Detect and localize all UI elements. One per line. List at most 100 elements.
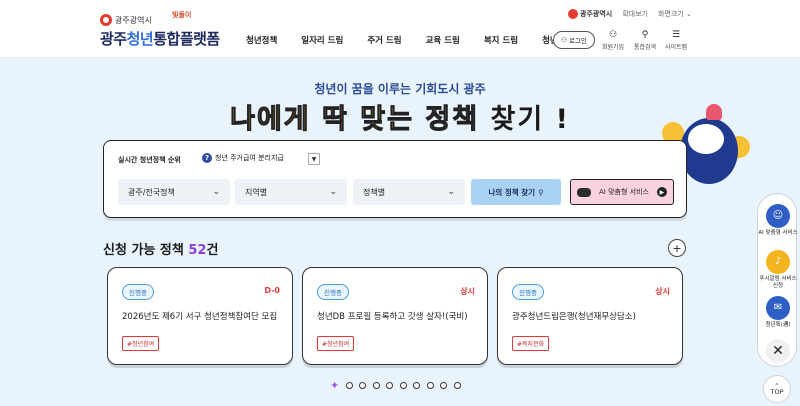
mascot-face [688, 124, 724, 154]
region-select-value: 지역별 [245, 187, 268, 197]
chevron-down-icon: ⌄ [685, 10, 692, 18]
mascot-logo: 빛돌이 [172, 11, 192, 19]
city-emblem-icon [100, 14, 112, 26]
signup-label: 회원가입 [602, 44, 625, 51]
quick-push-alert[interactable]: ♪ 푸시알림 서비스 신청 [758, 250, 798, 289]
quick-menu-close-button[interactable]: ✕ [766, 339, 790, 363]
site-header: 광주광역시 광주청년통합플랫폼 빛돌이 청년정책 일자리 드림 주거 드림 교육… [0, 0, 800, 58]
user-plus-icon: ⚇ [609, 30, 618, 40]
city-link-label: 광주광역시 [580, 10, 613, 18]
user-icon: ⚇ [561, 36, 567, 44]
carousel-dot[interactable] [359, 382, 366, 389]
available-title-text: 신청 가능 정책 [103, 243, 184, 258]
login-label: 로그인 [568, 37, 587, 45]
quick-push-label: 푸시알림 서비스 신청 [759, 276, 797, 289]
policy-card[interactable]: 진행중 상시 청년DB 프로필 등록하고 갓생 살자!(국비) #청년참여 [302, 267, 488, 365]
status-badge: 진행중 [317, 284, 349, 300]
chevron-down-icon: ⌄ [212, 187, 220, 197]
quick-ai-label: AI 맞춤형 서비스 [758, 230, 798, 236]
city-name: 광주광역시 [115, 15, 152, 25]
category-tag: #청년참여 [122, 336, 160, 351]
carousel-dot[interactable] [372, 382, 380, 389]
sitemap-label: 사이트맵 [665, 44, 688, 51]
carousel-dot[interactable] [386, 382, 393, 389]
carousel-dot[interactable] [426, 382, 434, 389]
sitemap-button[interactable]: ☰ 사이트맵 [665, 30, 687, 51]
find-policy-button[interactable]: 나의 정책 찾기 ⚲ [471, 179, 561, 205]
available-unit: 건 [206, 243, 219, 258]
signup-button[interactable]: ⚇ 회원가입 [602, 30, 624, 51]
carousel-dot[interactable] [453, 382, 461, 389]
realtime-dropdown-toggle[interactable]: ▼ [308, 153, 320, 165]
screen-size-link[interactable]: 화면크기 ⌄ [658, 9, 692, 19]
chevron-down-icon: ⌄ [447, 187, 455, 197]
hero-subtitle: 청년이 꿈을 이루는 기회도시 광주 [314, 82, 486, 96]
policy-search-panel: 실시간 청년정책 순위 ? 청년 주거급여 분리지급 ▼ 광주/전국정책 ⌄ 지… [103, 140, 687, 218]
realtime-rank-text: 청년 주거급여 분리지급 [215, 154, 284, 162]
robot-icon: ☺ [766, 204, 790, 228]
mascot-crest [706, 104, 722, 120]
nav-item-education[interactable]: 교육 드림 [426, 34, 460, 46]
policy-type-select[interactable]: 정책별 ⌄ [353, 179, 465, 205]
quick-youth-talk[interactable]: ✉ 청년톡(通) [758, 296, 798, 329]
nav-item-welfare[interactable]: 복지 드림 [484, 34, 518, 46]
ai-service-label: AI 맞춤형 서비스 [599, 188, 649, 196]
arrow-right-icon: ▶ [656, 187, 667, 197]
quick-talk-label: 청년톡(通) [765, 322, 791, 328]
quick-menu: ☺ AI 맞춤형 서비스 ♪ 푸시알림 서비스 신청 ✉ 청년톡(通) ✕ [757, 193, 798, 367]
deadline-label: D-0 [264, 286, 280, 295]
bell-icon: ♪ [766, 250, 790, 274]
zoom-in-link[interactable]: 확대보기 [622, 9, 648, 19]
status-badge: 진행중 [512, 284, 544, 300]
available-count: 52 [188, 243, 207, 258]
quick-ai-service[interactable]: ☺ AI 맞춤형 서비스 [758, 204, 798, 237]
policy-card[interactable]: 진행중 상시 광주청년드림은행(청년재무상담소) #복지문화 [497, 267, 683, 365]
deadline-label: 상시 [460, 287, 475, 296]
region-select[interactable]: 지역별 ⌄ [235, 179, 347, 205]
scroll-top-label: TOP [770, 388, 784, 396]
logo-suffix: 통합플랫폼 [153, 30, 220, 48]
logo-highlight: 청년 [126, 30, 154, 48]
carousel-dot[interactable] [413, 382, 420, 389]
menu-icon: ☰ [672, 30, 681, 40]
platform-name: 광주청년통합플랫폼 [100, 28, 220, 49]
city-link[interactable]: 광주광역시 [568, 9, 612, 19]
hero-word-2: 딱 [322, 104, 349, 136]
hero-word-4: 정책 [425, 104, 480, 136]
realtime-rank-item[interactable]: ? 청년 주거급여 분리지급 [202, 153, 284, 163]
search-button[interactable]: ⚲ 통합검색 [634, 30, 656, 51]
login-button[interactable]: ⚇ 로그인 [553, 31, 595, 49]
category-tag: #복지문화 [512, 336, 550, 351]
nav-item-policy[interactable]: 청년정책 [246, 34, 277, 46]
policy-type-select-value: 정책별 [363, 187, 386, 197]
hero-word-5: 찾기 ! [490, 104, 570, 135]
search-label: 통합검색 [634, 44, 657, 51]
available-policies-title: 신청 가능 정책 52건 [103, 239, 218, 258]
ai-service-button[interactable]: AI 맞춤형 서비스 ▶ [570, 179, 674, 205]
nav-item-housing[interactable]: 주거 드림 [367, 34, 401, 46]
carousel-dot[interactable] [399, 382, 407, 389]
category-tag: #청년참여 [317, 336, 355, 351]
carousel-dot[interactable] [440, 382, 447, 389]
policy-title: 청년DB 프로필 등록하고 갓생 살자!(국비) [317, 312, 468, 322]
close-icon: ✕ [772, 343, 784, 359]
carousel-dot[interactable] [345, 382, 353, 389]
top-links: 광주광역시 확대보기 화면크기 ⌄ [568, 9, 692, 19]
carousel-dot-active[interactable]: ✦ [330, 380, 339, 391]
hero-word-1: 나에게 [230, 104, 311, 136]
chevron-down-icon: ⌄ [329, 187, 337, 197]
rank-icon: ? [202, 153, 212, 163]
plus-icon: + [672, 241, 682, 255]
search-icon: ⚲ [538, 187, 544, 197]
city-emblem-icon [568, 9, 578, 19]
policy-title: 2026년도 제6기 서구 청년정책참여단 모집 [122, 312, 278, 322]
scope-select-value: 광주/전국정책 [128, 187, 175, 197]
scope-select[interactable]: 광주/전국정책 ⌄ [118, 179, 230, 205]
policy-card[interactable]: 진행중 D-0 2026년도 제6기 서구 청년정책참여단 모집 #청년참여 [107, 267, 293, 365]
more-policies-button[interactable]: + [668, 239, 686, 257]
find-policy-label: 나의 정책 찾기 [488, 187, 536, 197]
scroll-top-button[interactable]: ⌃ TOP [763, 375, 791, 403]
nav-item-job[interactable]: 일자리 드림 [301, 34, 343, 46]
ai-robot-icon [577, 187, 591, 197]
realtime-rank-label: 실시간 청년정책 순위 [118, 156, 181, 164]
